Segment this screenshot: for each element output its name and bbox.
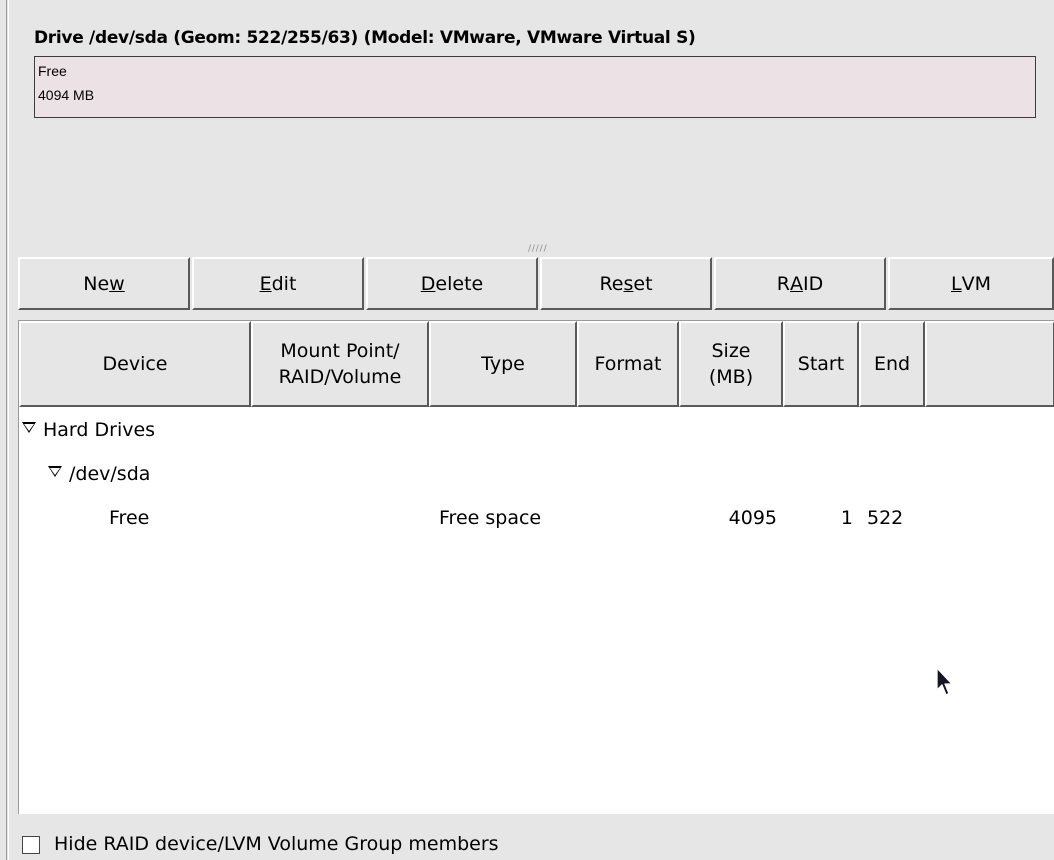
cell-end: 522 xyxy=(867,507,904,529)
splitter-grip-icon: / / / / / xyxy=(528,244,547,254)
partition-table[interactable]: Device Mount Point/ RAID/Volume Type For… xyxy=(18,320,1054,814)
cell-device: Free xyxy=(109,507,150,529)
column-header-filler xyxy=(925,321,1054,407)
raid-button-mnemonic: A xyxy=(789,272,803,295)
column-header-end[interactable]: End xyxy=(859,321,925,407)
drive-segment-label: Free xyxy=(38,63,67,79)
cell-start: 1 xyxy=(840,507,853,529)
delete-button[interactable]: Delete xyxy=(366,257,538,310)
mouse-pointer-icon xyxy=(936,667,953,696)
triangle-down-icon[interactable] xyxy=(48,466,62,477)
tree-row-hard-drives[interactable]: Hard Drives xyxy=(19,411,1053,453)
new-button-label: Ne xyxy=(83,272,110,295)
drive-segment-size: 4094 MB xyxy=(38,87,95,103)
lvm-button-label-rest: VM xyxy=(961,272,991,295)
reset-button-mnemonic: s xyxy=(623,272,634,295)
column-header-type[interactable]: Type xyxy=(429,321,577,407)
new-button[interactable]: Ne w xyxy=(18,257,190,310)
drive-segment-free[interactable]: Free 4094 MB xyxy=(34,56,1036,118)
column-header-start[interactable]: Start xyxy=(783,321,859,407)
lvm-button[interactable]: L VM xyxy=(888,257,1054,310)
tree-label-dev-sda: /dev/sda xyxy=(69,463,151,485)
edit-button-label-rest: dit xyxy=(271,272,297,295)
raid-button-label: R xyxy=(776,272,790,295)
drive-title: Drive /dev/sda (Geom: 522/255/63) (Model… xyxy=(34,28,696,48)
hide-members-checkbox[interactable] xyxy=(22,836,40,854)
cell-type: Free space xyxy=(439,507,542,529)
edit-button[interactable]: Edit xyxy=(192,257,364,310)
drive-panel: Drive /dev/sda (Geom: 522/255/63) (Model… xyxy=(18,14,1054,243)
pane-splitter[interactable]: / / / / / xyxy=(18,242,1054,254)
reset-button-label-rest: et xyxy=(633,272,653,295)
cell-size: 4095 xyxy=(728,507,777,529)
column-header-format[interactable]: Format xyxy=(577,321,679,407)
triangle-down-icon[interactable] xyxy=(22,422,36,433)
table-row[interactable]: Free Free space 4095 1 522 xyxy=(19,499,1053,541)
action-button-bar: Ne w Edit Delete Re s et R A ID L VM xyxy=(18,257,1054,310)
reset-button-label: Re xyxy=(599,272,624,295)
delete-button-label-rest: elete xyxy=(435,272,484,295)
edit-button-mnemonic: E xyxy=(259,272,272,295)
tree-row-dev-sda[interactable]: /dev/sda xyxy=(19,455,1053,497)
raid-button[interactable]: R A ID xyxy=(714,257,886,310)
tree-label-hard-drives: Hard Drives xyxy=(43,419,156,441)
lvm-button-mnemonic: L xyxy=(951,272,962,295)
new-button-mnemonic: w xyxy=(109,272,125,295)
left-window-edge xyxy=(0,0,10,860)
column-header-mount-point[interactable]: Mount Point/ RAID/Volume xyxy=(251,321,429,407)
raid-button-label-rest: ID xyxy=(802,272,824,295)
hide-members-label[interactable]: Hide RAID device/LVM Volume Group member… xyxy=(54,833,499,855)
column-header-size[interactable]: Size (MB) xyxy=(679,321,783,407)
reset-button[interactable]: Re s et xyxy=(540,257,712,310)
column-header-device[interactable]: Device xyxy=(19,321,251,407)
delete-button-mnemonic: D xyxy=(420,272,436,295)
